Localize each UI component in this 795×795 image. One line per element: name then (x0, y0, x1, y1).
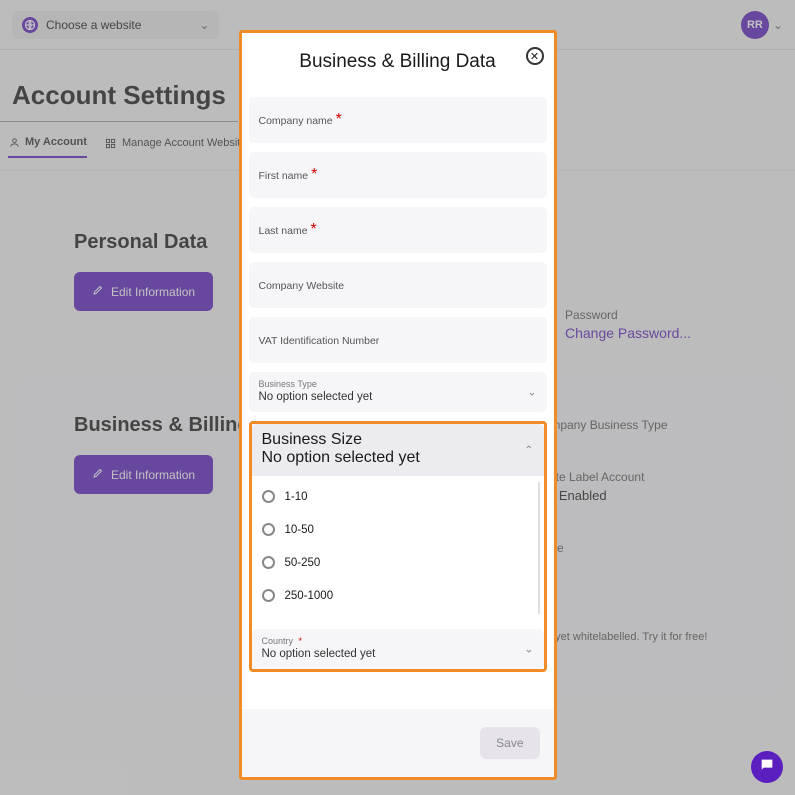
radio-icon (262, 523, 275, 536)
business-size-select[interactable]: Business Size No option selected yet ⌃ (252, 424, 544, 476)
chat-icon (759, 757, 775, 778)
radio-icon (262, 490, 275, 503)
modal-body: Company name* First name* Last name* Com… (242, 97, 554, 685)
business-size-highlight: Business Size No option selected yet ⌃ 1… (249, 421, 547, 672)
select-label: Business Type (259, 379, 537, 389)
modal-header: Business & Billing Data ✕ (242, 33, 554, 97)
close-button[interactable]: ✕ (526, 47, 544, 65)
radio-icon (262, 589, 275, 602)
select-value: No option selected yet (259, 391, 537, 403)
select-value: No option selected yet (262, 449, 534, 467)
chevron-down-icon: ⌄ (524, 643, 533, 656)
select-value: No option selected yet (262, 648, 534, 660)
required-indicator: * (311, 221, 317, 238)
field-label: First name (259, 170, 309, 182)
field-label: Company Website (259, 280, 345, 292)
business-type-select[interactable]: Business Type No option selected yet ⌄ (249, 372, 547, 412)
select-label: Country * (262, 636, 534, 646)
company-name-field[interactable]: Company name* (249, 97, 547, 143)
chevron-down-icon: ⌄ (527, 386, 536, 399)
required-indicator: * (336, 111, 342, 128)
option-label: 10-50 (285, 524, 314, 536)
option-label: 250-1000 (285, 590, 334, 602)
company-website-field[interactable]: Company Website (249, 262, 547, 308)
option-1-10[interactable]: 1-10 (252, 480, 544, 513)
option-250-1000[interactable]: 250-1000 (252, 579, 544, 612)
chevron-up-icon: ⌃ (524, 444, 533, 457)
modal-footer: Save (242, 709, 554, 777)
first-name-field[interactable]: First name* (249, 152, 547, 198)
field-label: Last name (259, 225, 308, 237)
business-size-options: 1-10 10-50 50-250 250-1000 (252, 476, 544, 620)
modal-title: Business & Billing Data (252, 51, 544, 73)
option-10-50[interactable]: 10-50 (252, 513, 544, 546)
required-indicator: * (296, 636, 302, 646)
option-label: 1-10 (285, 491, 308, 503)
country-select[interactable]: Country * No option selected yet ⌄ (252, 629, 544, 669)
field-label: Company name (259, 115, 333, 127)
option-50-250[interactable]: 50-250 (252, 546, 544, 579)
last-name-field[interactable]: Last name* (249, 207, 547, 253)
radio-icon (262, 556, 275, 569)
save-button[interactable]: Save (480, 727, 539, 759)
option-label: 50-250 (285, 557, 321, 569)
close-icon: ✕ (530, 50, 539, 63)
required-indicator: * (311, 166, 317, 183)
business-billing-modal: Business & Billing Data ✕ Company name* … (239, 30, 557, 780)
vat-field[interactable]: VAT Identification Number (249, 317, 547, 363)
field-label: VAT Identification Number (259, 335, 380, 347)
select-label: Business Size (262, 431, 534, 449)
help-fab[interactable] (751, 751, 783, 783)
